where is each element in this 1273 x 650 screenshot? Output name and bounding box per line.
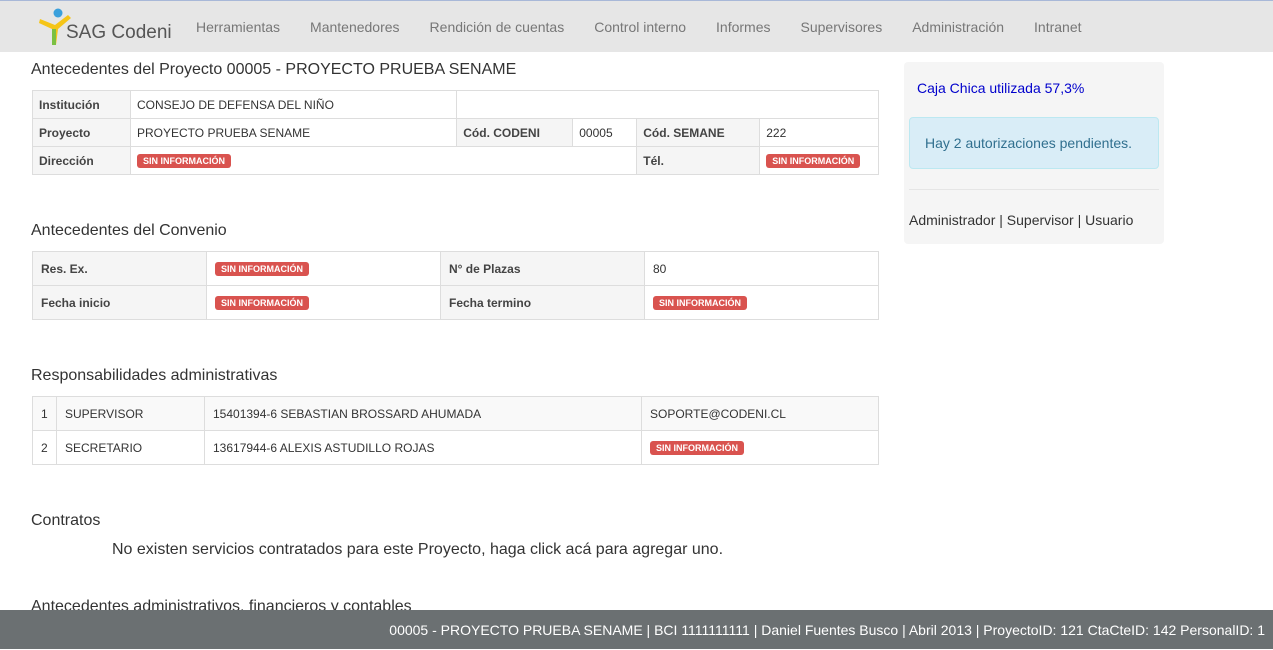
status-badge: SIN INFORMACIÓN (653, 296, 747, 310)
cargo: SUPERVISOR (56, 396, 205, 431)
contratos-title: Contratos (31, 512, 101, 529)
proyecto-table: Institución CONSEJO DE DEFENSA DEL NIÑO … (32, 90, 879, 175)
menu-intranet[interactable]: Intranet (1019, 1, 1096, 53)
value: SIN INFORMACIÓN (644, 285, 879, 320)
status-badge: SIN INFORMACIÓN (137, 154, 231, 168)
brand-logo[interactable]: SAG Codeni (38, 5, 178, 49)
pending-authorizations-alert[interactable]: Hay 2 autorizaciones pendientes. (909, 117, 1159, 169)
menu-administracion[interactable]: Administración (897, 1, 1019, 53)
table-row: 1 SUPERVISOR 15401394-6 SEBASTIAN BROSSA… (32, 396, 879, 431)
top-navbar: SAG Codeni Herramientas Mantenedores Ren… (0, 0, 1273, 52)
footer-status-bar: 00005 - PROYECTO PRUEBA SENAME | BCI 111… (0, 610, 1273, 649)
status-badge: SIN INFORMACIÓN (766, 154, 861, 168)
email: SIN INFORMACIÓN (641, 430, 879, 465)
table-row: Fecha inicio SIN INFORMACIÓN Fecha termi… (32, 285, 879, 320)
responsabilidades-title: Responsabilidades administrativas (31, 367, 278, 384)
label: Proyecto (32, 118, 131, 147)
empty-cell (456, 90, 879, 119)
value: CONSEJO DE DEFENSA DEL NIÑO (129, 90, 458, 119)
label: N° de Plazas (440, 251, 645, 286)
menu-supervisores[interactable]: Supervisores (786, 1, 898, 53)
no-contracts-message: No existen servicios contratados para es… (112, 541, 723, 559)
value: 80 (644, 251, 879, 286)
proyecto-title: Antecedentes del Proyecto 00005 - PROYEC… (31, 61, 517, 78)
cargo: SECRETARIO (56, 430, 205, 465)
status-badge: SIN INFORMACIÓN (215, 296, 309, 310)
message-text: para agregar uno. (591, 541, 724, 558)
menu-informes[interactable]: Informes (701, 1, 785, 53)
label: Cód. CODENI (456, 118, 574, 147)
menu-control-interno[interactable]: Control interno (579, 1, 701, 53)
label: Dirección (32, 146, 131, 175)
menu-rendicion-cuentas[interactable]: Rendición de cuentas (415, 1, 580, 53)
label: Fecha termino (440, 285, 645, 320)
label: Fecha inicio (32, 285, 207, 320)
value: PROYECTO PRUEBA SENAME (129, 118, 458, 147)
divider (909, 189, 1159, 190)
brand-name: SAG Codeni (66, 22, 172, 43)
persona: 13617944-6 ALEXIS ASTUDILLO ROJAS (204, 430, 642, 465)
convenio-title: Antecedentes del Convenio (31, 222, 227, 239)
value: SIN INFORMACIÓN (206, 251, 441, 286)
persona: 15401394-6 SEBASTIAN BROSSARD AHUMADA (204, 396, 642, 431)
status-badge: SIN INFORMACIÓN (650, 441, 744, 455)
table-row: Proyecto PROYECTO PRUEBA SENAME Cód. COD… (32, 118, 879, 147)
value: SIN INFORMACIÓN (129, 146, 638, 175)
value: 222 (759, 118, 879, 147)
caja-chica-link[interactable]: Caja Chica utilizada 57,3% (917, 80, 1084, 96)
value: 00005 (572, 118, 638, 147)
table-row: Dirección SIN INFORMACIÓN Tél. SIN INFOR… (32, 146, 879, 175)
table-row: Res. Ex. SIN INFORMACIÓN N° de Plazas 80 (32, 251, 879, 286)
table-row: Institución CONSEJO DE DEFENSA DEL NIÑO (32, 90, 879, 119)
label: Institución (32, 90, 131, 119)
user-roles: Administrador | Supervisor | Usuario (909, 212, 1134, 228)
status-badge: SIN INFORMACIÓN (215, 262, 309, 276)
email: SOPORTE@CODENI.CL (641, 396, 879, 431)
side-panel: Caja Chica utilizada 57,3% Hay 2 autoriz… (904, 62, 1164, 244)
convenio-table: Res. Ex. SIN INFORMACIÓN N° de Plazas 80… (32, 251, 879, 320)
row-number: 1 (32, 396, 57, 431)
row-number: 2 (32, 430, 57, 465)
label: Res. Ex. (32, 251, 207, 286)
responsabilidades-table: 1 SUPERVISOR 15401394-6 SEBASTIAN BROSSA… (32, 396, 879, 465)
main-menu: Herramientas Mantenedores Rendición de c… (181, 1, 1097, 53)
label: Cód. SEMANE (636, 118, 761, 147)
table-row: 2 SECRETARIO 13617944-6 ALEXIS ASTUDILLO… (32, 430, 879, 465)
menu-herramientas[interactable]: Herramientas (181, 1, 295, 53)
add-contract-link[interactable]: click acá (530, 541, 591, 558)
message-text: No existen servicios contratados para es… (112, 541, 530, 558)
value: SIN INFORMACIÓN (206, 285, 441, 320)
value: SIN INFORMACIÓN (759, 146, 879, 175)
menu-mantenedores[interactable]: Mantenedores (295, 1, 415, 53)
label: Tél. (636, 146, 761, 175)
